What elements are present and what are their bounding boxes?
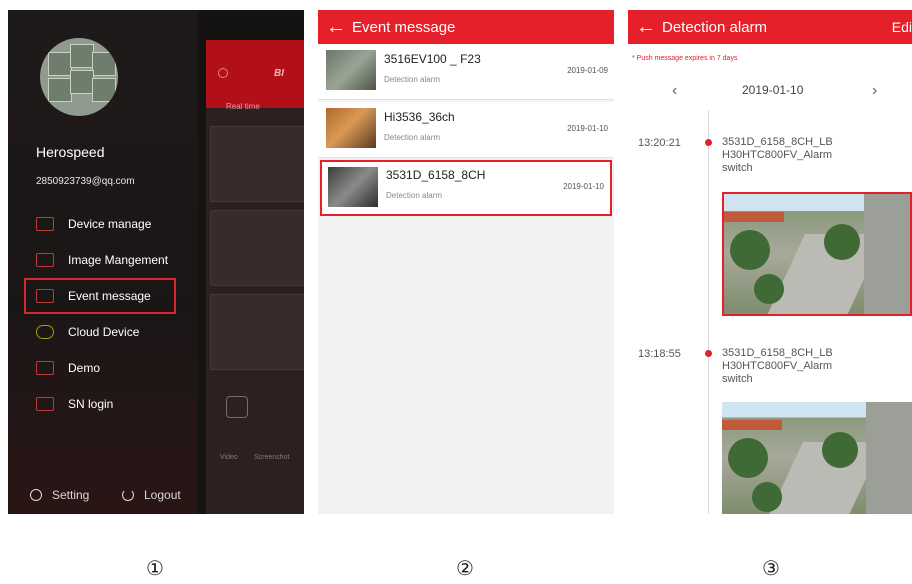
alarm-time: 13:18:55 <box>638 348 681 360</box>
monitor-icon <box>36 361 54 375</box>
alarm-description-line: 3531D_6158_8CH_LB <box>722 347 833 359</box>
chevron-right-icon[interactable]: › <box>872 82 877 100</box>
event-date: 2019-01-09 <box>567 66 608 75</box>
menu-item-label: Cloud Device <box>68 325 140 339</box>
screen-event-message: ← Event message 3516EV100 _ F23 Detectio… <box>318 10 614 514</box>
menu-item-label: Event message <box>68 289 151 303</box>
alarm-description: 3531D_6158_8CH_LB H30HTC800FV_Alarm swit… <box>722 136 872 175</box>
page-title: Event message <box>352 18 456 36</box>
video-cell <box>210 126 304 202</box>
screenshot-label: Screenshot <box>254 454 290 461</box>
timeline-line <box>708 110 709 514</box>
event-type: Detection alarm <box>384 133 441 142</box>
background-live-view: BI Real time Video Screenshot <box>206 40 304 514</box>
alarm-description-line: H30HTC800FV_Alarm <box>722 360 833 372</box>
edit-button[interactable]: Edi <box>892 19 912 35</box>
event-list-item[interactable]: 3516EV100 _ F23 Detection alarm 2019-01-… <box>318 44 614 100</box>
caption-3: ③ <box>762 558 780 580</box>
alarm-description-line: H30HTC800FV_Alarm <box>722 149 833 161</box>
menu-item-label: SN login <box>68 397 114 411</box>
menu-item-event-message[interactable]: Event message <box>24 278 176 314</box>
alarm-description-line: 3531D_6158_8CH_LB <box>722 136 833 148</box>
event-thumbnail <box>328 167 378 207</box>
event-date: 2019-01-10 <box>567 124 608 133</box>
menu-item-label: Demo <box>68 361 101 375</box>
event-device-name: 3531D_6158_8CH <box>386 168 486 182</box>
setting-button[interactable]: Setting <box>30 488 89 502</box>
video-label: Video <box>220 454 238 461</box>
logout-label: Logout <box>144 488 181 502</box>
caption-2: ② <box>456 558 474 580</box>
menu-item-sn-login[interactable]: SN login <box>36 386 186 422</box>
user-icon <box>218 68 228 78</box>
avatar[interactable] <box>40 38 118 116</box>
selected-date: 2019-01-10 <box>742 83 804 97</box>
alarm-description: 3531D_6158_8CH_LB H30HTC800FV_Alarm swit… <box>722 347 872 386</box>
screen-side-drawer: BI Real time Video Screenshot Herospeed … <box>8 10 304 514</box>
event-device-name: Hi3536_36ch <box>384 110 455 124</box>
power-icon <box>122 489 134 501</box>
envelope-icon <box>36 289 54 303</box>
event-thumbnail <box>326 108 376 148</box>
setting-label: Setting <box>52 488 90 502</box>
menu-item-label: Image Mangement <box>68 253 169 267</box>
event-type: Detection alarm <box>386 191 443 200</box>
logout-button[interactable]: Logout <box>122 488 181 502</box>
user-email: 2850923739@qq.com <box>36 176 135 187</box>
menu-item-device-manage[interactable]: Device manage <box>36 206 186 242</box>
video-cell <box>210 210 304 286</box>
alarm-description-line: switch <box>722 162 753 174</box>
menu-item-label: Device manage <box>68 217 152 231</box>
back-arrow-icon[interactable]: ← <box>630 17 662 37</box>
chevron-left-icon[interactable]: ‹ <box>672 82 677 100</box>
event-thumbnail <box>326 50 376 90</box>
page-title: Detection alarm <box>662 18 768 36</box>
alarm-snapshot-selected[interactable] <box>722 192 912 316</box>
event-device-name: 3516EV100 _ F23 <box>384 52 481 66</box>
event-list-item-selected[interactable]: 3531D_6158_8CH Detection alarm 2019-01-1… <box>320 160 612 216</box>
menu-item-image-management[interactable]: Image Mangement <box>36 242 186 278</box>
menu-item-demo[interactable]: Demo <box>36 350 186 386</box>
camera-icon <box>36 217 54 231</box>
caption-1: ① <box>146 558 164 580</box>
barcode-icon <box>36 397 54 411</box>
alarm-description-line: switch <box>722 373 753 385</box>
gear-icon <box>30 489 42 501</box>
event-list-item[interactable]: Hi3536_36ch Detection alarm 2019-01-10 <box>318 102 614 158</box>
timeline-dot <box>705 139 712 146</box>
navigation-drawer: Herospeed 2850923739@qq.com Device manag… <box>8 10 198 514</box>
timeline-dot <box>705 350 712 357</box>
cloud-icon <box>36 325 54 339</box>
back-arrow-icon[interactable]: ← <box>320 17 352 37</box>
push-expiry-note: * Push message expires in 7 days <box>632 55 738 62</box>
menu-item-cloud-device[interactable]: Cloud Device <box>36 314 186 350</box>
video-cell <box>210 294 304 370</box>
event-date: 2019-01-10 <box>563 182 604 191</box>
alarm-time: 13:20:21 <box>638 137 681 149</box>
header-bar: ← Event message <box>318 10 614 44</box>
realtime-tab: Real time <box>226 102 260 111</box>
brand-fragment: BI <box>274 68 284 79</box>
event-type: Detection alarm <box>384 75 441 84</box>
user-name: Herospeed <box>36 144 105 160</box>
image-icon <box>36 253 54 267</box>
record-button <box>226 396 248 418</box>
header-bar: ← Detection alarm Edi <box>628 10 912 44</box>
alarm-snapshot[interactable] <box>722 402 912 514</box>
screen-detection-alarm: ← Detection alarm Edi * Push message exp… <box>628 10 912 514</box>
